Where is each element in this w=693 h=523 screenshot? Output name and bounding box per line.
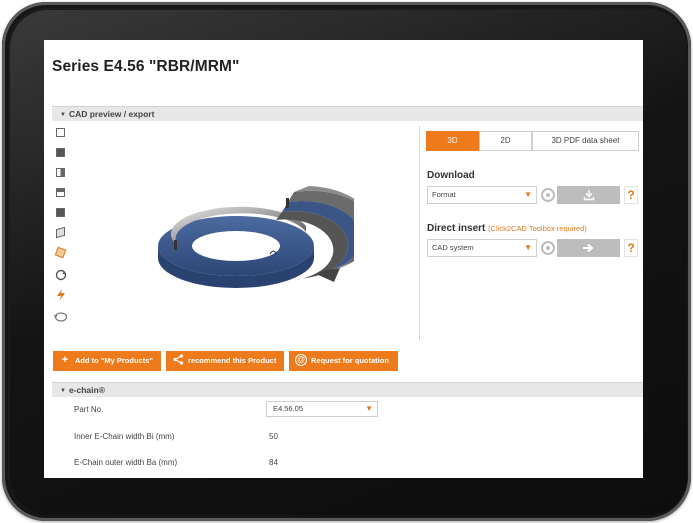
part-no-select[interactable]: E4.56.05 ▼ (266, 401, 378, 417)
view-iso-icon[interactable] (54, 246, 68, 260)
view-front-icon[interactable] (54, 126, 68, 140)
outer-width-value: 84 (269, 458, 278, 467)
download-icon (583, 190, 594, 201)
echain-section-header[interactable]: ▼ e-chain® (52, 382, 643, 397)
outer-width-label: E-Chain outer width Ba (mm) (74, 458, 178, 467)
cad-3d-preview[interactable] (144, 162, 354, 302)
format-select[interactable]: Format ▼ (427, 186, 537, 204)
direct-insert-help-button[interactable]: ? (624, 239, 638, 257)
chevron-down-icon: ▼ (524, 190, 532, 199)
inner-width-label: Inner E-Chain width Bi (mm) (74, 432, 175, 441)
view-bottom-icon[interactable] (54, 206, 68, 220)
rotate-icon[interactable] (54, 268, 68, 282)
recommend-product-button[interactable]: recommend this Product (166, 351, 284, 371)
download-button[interactable] (557, 186, 620, 204)
page-title: Series E4.56 "RBR/MRM" (52, 58, 240, 75)
direct-insert-hint: (Click2CAD Toolbox required) (488, 224, 587, 233)
direct-insert-label: Direct insert (Click2CAD Toolbox require… (427, 223, 587, 234)
request-quotation-button[interactable]: @ Request for quotation (289, 351, 398, 371)
view-right-icon[interactable] (54, 226, 68, 240)
tab-3d[interactable]: 3D (426, 131, 479, 151)
view-back-icon[interactable] (54, 146, 68, 160)
caret-down-icon: ▼ (60, 112, 66, 118)
settings-gear-icon[interactable] (541, 241, 555, 255)
download-label: Download (427, 170, 475, 181)
view-360-icon[interactable] (53, 310, 68, 324)
tab-3d-pdf[interactable]: 3D PDF data sheet (532, 131, 639, 151)
insert-button[interactable] (557, 239, 620, 257)
flash-icon[interactable] (54, 288, 68, 302)
chevron-down-icon: ▼ (524, 243, 532, 252)
browser-screen: Series E4.56 "RBR/MRM" ▼ CAD preview / ex… (44, 40, 643, 478)
ring-pin (174, 240, 177, 250)
view-top-icon[interactable] (54, 186, 68, 200)
view-left-icon[interactable] (54, 166, 68, 180)
settings-gear-icon[interactable] (541, 188, 555, 202)
panel-divider (419, 126, 420, 340)
share-icon (172, 354, 184, 366)
cad-system-select[interactable]: CAD system ▼ (427, 239, 537, 257)
download-help-button[interactable]: ? (624, 186, 638, 204)
part-no-label: Part No. (74, 405, 104, 414)
add-to-my-products-button[interactable]: + Add to "My Products" (53, 351, 161, 371)
caret-down-icon: ▼ (60, 388, 66, 394)
chevron-down-icon: ▼ (365, 404, 373, 413)
cad-preview-section-header[interactable]: ▼ CAD preview / export (52, 106, 643, 121)
chain-segment-end (316, 268, 340, 282)
ring-pin (286, 198, 289, 208)
arrow-right-icon (582, 243, 594, 253)
tab-2d[interactable]: 2D (479, 131, 532, 151)
at-icon: @ (295, 354, 307, 367)
format-tabs: 3D 2D 3D PDF data sheet (426, 131, 639, 151)
plus-icon: + (61, 354, 69, 367)
inner-width-value: 50 (269, 432, 278, 441)
